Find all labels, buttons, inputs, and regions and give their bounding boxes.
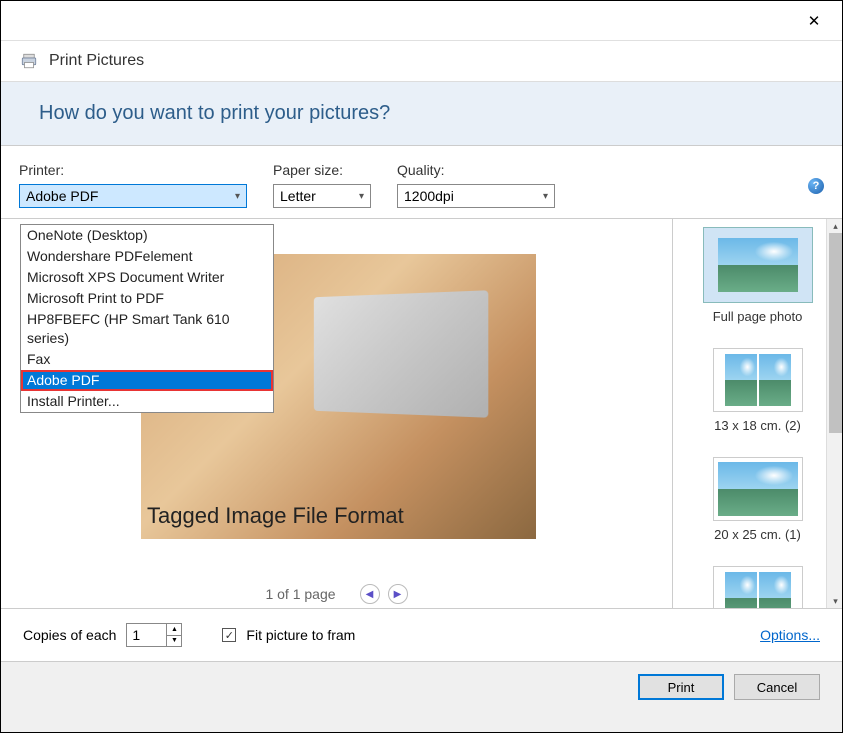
- pagination: 1 of 1 page ◀ ▶: [265, 584, 407, 604]
- scroll-down-arrow[interactable]: ▾: [827, 594, 842, 608]
- cancel-button[interactable]: Cancel: [734, 674, 820, 700]
- printer-option[interactable]: HP8FBEFC (HP Smart Tank 610 series): [21, 309, 273, 349]
- printer-option[interactable]: Install Printer...: [21, 391, 273, 412]
- window-titlebar: ✕: [1, 1, 842, 41]
- copies-spinner: ▲ ▼: [166, 624, 181, 646]
- close-button[interactable]: ✕: [794, 6, 834, 36]
- printer-option[interactable]: OneNote (Desktop): [21, 225, 273, 246]
- printer-selected-value: Adobe PDF: [26, 188, 98, 204]
- settings-row: Printer: Adobe PDF ▾ Paper size: Letter …: [1, 146, 842, 218]
- chevron-down-icon: ▾: [235, 191, 240, 202]
- action-footer: Print Cancel: [1, 661, 842, 712]
- printer-icon: [19, 52, 39, 70]
- preview-caption: Tagged Image File Format: [147, 503, 404, 529]
- thumbnail-pic: [725, 354, 757, 406]
- prev-page-button[interactable]: ◀: [360, 584, 380, 604]
- printer-option[interactable]: Fax: [21, 349, 273, 370]
- dialog-header: Print Pictures: [1, 41, 842, 81]
- copies-label: Copies of each: [23, 627, 116, 643]
- printer-dropdown[interactable]: Adobe PDF ▾: [19, 184, 247, 208]
- caret-left-icon: ◀: [366, 589, 374, 600]
- thumbnail-pic: [718, 462, 798, 516]
- printer-option[interactable]: Wondershare PDFelement: [21, 246, 273, 267]
- thumbnail-pic: [725, 572, 757, 608]
- next-page-button[interactable]: ▶: [388, 584, 408, 604]
- layout-label: 20 x 25 cm. (1): [681, 527, 834, 542]
- quality-value: 1200dpi: [404, 188, 454, 204]
- layout-thumbnail: [713, 566, 803, 608]
- fit-picture-checkbox[interactable]: ✓: [222, 628, 236, 642]
- printer-option[interactable]: Adobe PDF: [21, 370, 273, 391]
- copies-input[interactable]: 1 ▲ ▼: [126, 623, 182, 647]
- options-link[interactable]: Options...: [760, 627, 820, 643]
- layout-option[interactable]: 20 x 25 cm. (1): [681, 457, 834, 542]
- options-footer: Copies of each 1 ▲ ▼ ✓ Fit picture to fr…: [1, 608, 842, 661]
- copies-value: 1: [127, 627, 166, 643]
- question-text: How do you want to print your pictures?: [39, 102, 804, 125]
- printer-label: Printer:: [19, 162, 247, 178]
- copies-increment[interactable]: ▲: [167, 624, 181, 636]
- scrollbar-thumb[interactable]: [829, 233, 842, 433]
- layout-thumbnail: [703, 227, 813, 303]
- print-button[interactable]: Print: [638, 674, 724, 700]
- page-indicator: 1 of 1 page: [265, 586, 335, 602]
- printer-option[interactable]: Microsoft XPS Document Writer: [21, 267, 273, 288]
- layout-thumbnail: [713, 348, 803, 412]
- layout-option[interactable]: 13 x 18 cm. (2): [681, 348, 834, 433]
- layout-option[interactable]: Full page photo: [681, 227, 834, 324]
- help-icon[interactable]: ?: [808, 178, 824, 194]
- scrollbar[interactable]: ▴ ▾: [826, 219, 842, 608]
- copies-decrement[interactable]: ▼: [167, 636, 181, 647]
- dialog-title: Print Pictures: [49, 52, 144, 70]
- quality-label: Quality:: [397, 162, 555, 178]
- layout-label: Full page photo: [681, 309, 834, 324]
- chevron-down-icon: ▾: [543, 191, 548, 202]
- layout-option[interactable]: [681, 566, 834, 608]
- printer-option[interactable]: Microsoft Print to PDF: [21, 288, 273, 309]
- paper-size-value: Letter: [280, 188, 316, 204]
- caret-right-icon: ▶: [394, 589, 402, 600]
- thumbnail-pic: [759, 572, 791, 608]
- quality-dropdown[interactable]: 1200dpi ▾: [397, 184, 555, 208]
- layout-thumbnail: [713, 457, 803, 521]
- scroll-up-arrow[interactable]: ▴: [827, 219, 842, 233]
- fit-picture-label: Fit picture to fram: [246, 627, 355, 643]
- thumbnail-pic: [718, 238, 798, 292]
- close-icon: ✕: [808, 12, 821, 30]
- thumbnail-pic: [759, 354, 791, 406]
- layout-panel: Full page photo 13 x 18 cm. (2) 20 x 25 cm…: [672, 219, 842, 608]
- paper-size-label: Paper size:: [273, 162, 371, 178]
- question-banner: How do you want to print your pictures?: [1, 81, 842, 146]
- printer-dropdown-list: OneNote (Desktop)Wondershare PDFelementM…: [20, 224, 274, 413]
- chevron-down-icon: ▾: [359, 191, 364, 202]
- layout-label: 13 x 18 cm. (2): [681, 418, 834, 433]
- paper-size-dropdown[interactable]: Letter ▾: [273, 184, 371, 208]
